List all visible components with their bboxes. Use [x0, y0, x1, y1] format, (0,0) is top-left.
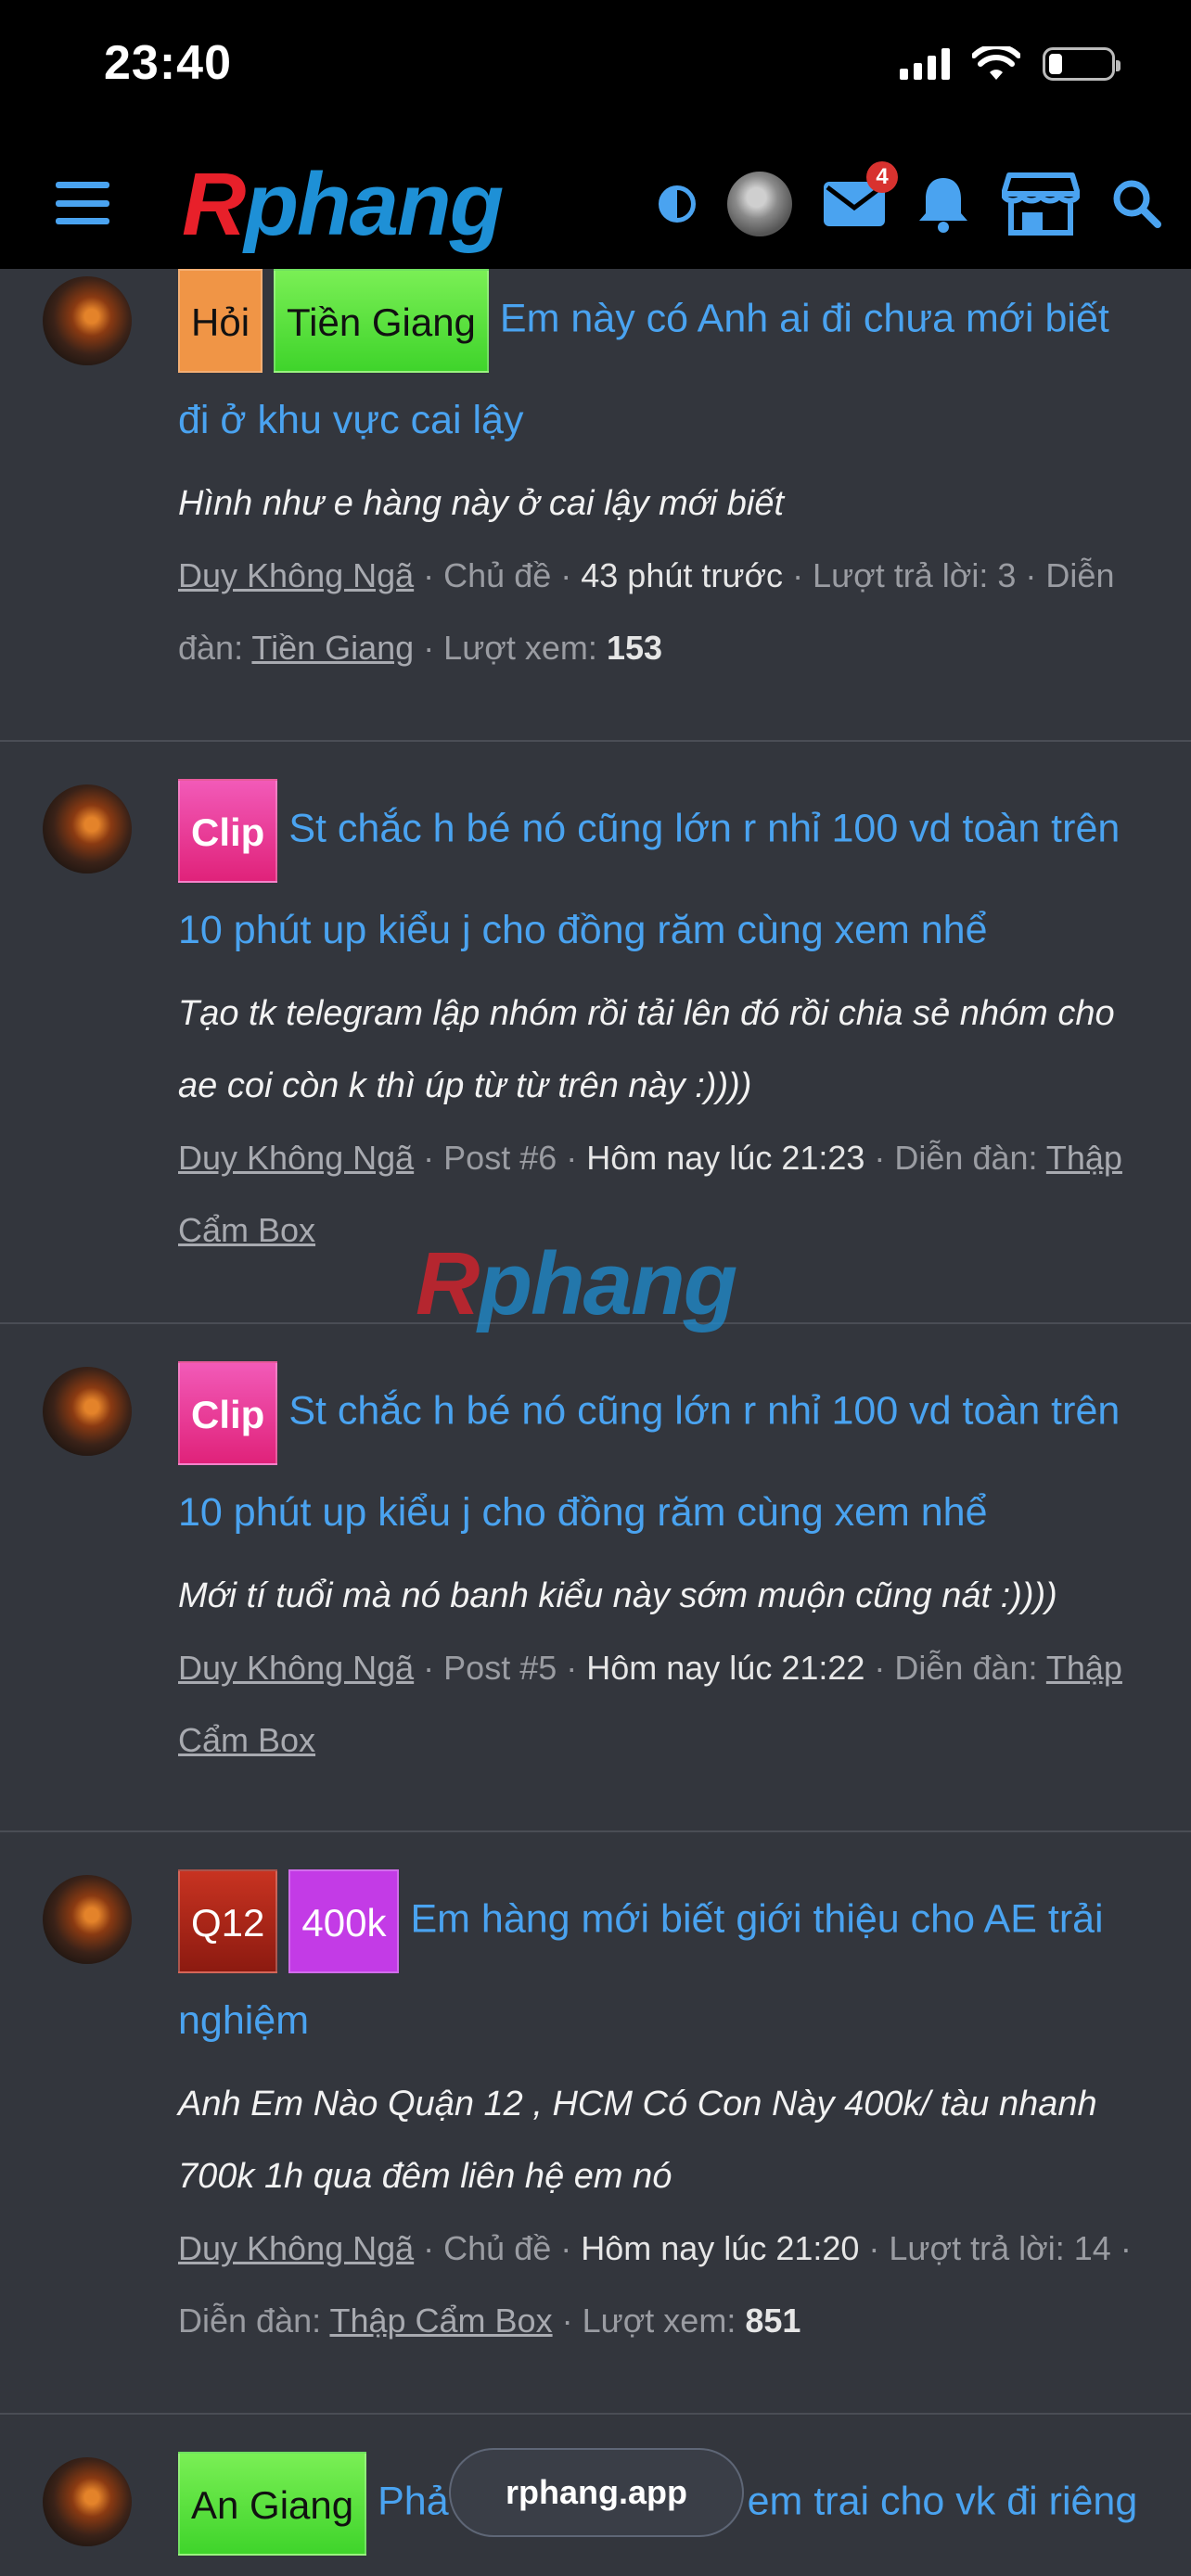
thread-title-link[interactable]: St chắc h bé nó cũng lớn r nhỉ 100 vd to… — [178, 1388, 1120, 1535]
thread-title-link-end[interactable]: em trai cho vk đi riêng — [748, 2479, 1138, 2523]
mail-icon[interactable]: 4 — [824, 161, 898, 226]
post-meta: Duy Không Ngã · Post #6 · Hôm nay lúc 21… — [178, 1122, 1145, 1267]
meta-text: · Diễn đàn: — [864, 1649, 1046, 1687]
thread-title[interactable]: Hỏi Tiền Giang Em này có Anh ai đi chưa mớ… — [178, 269, 1145, 467]
post-time: Hôm nay lúc 21:20 — [581, 2229, 860, 2267]
logo-text: phang — [244, 155, 504, 254]
prefix-tag[interactable]: Hỏi — [178, 269, 263, 373]
post-time: 43 phút trước — [581, 556, 784, 594]
post-meta: Duy Không Ngã · Chủ đề · 43 phút trước ·… — [178, 540, 1145, 684]
prefix-tag[interactable]: Tiền Giang — [274, 269, 489, 373]
contrast-toggle-icon[interactable] — [659, 185, 696, 223]
thread-title[interactable]: Q12 400k Em hàng mới biết giới thiệu cho A… — [178, 1869, 1145, 2068]
status-time: 23:40 — [104, 36, 232, 90]
meta-text: · Lượt xem: — [414, 629, 607, 667]
list-item: Hỏi Tiền Giang Em này có Anh ai đi chưa mớ… — [0, 269, 1191, 742]
cellular-signal-icon — [900, 48, 950, 80]
thread-title[interactable]: Clip St chắc h bé nó cũng lớn r nhỉ 100 v… — [178, 1361, 1145, 1560]
author-link[interactable]: Duy Không Ngã — [178, 1649, 414, 1687]
author-avatar[interactable] — [43, 784, 132, 874]
author-link[interactable]: Duy Không Ngã — [178, 1139, 414, 1177]
activity-feed: Hỏi Tiền Giang Em này có Anh ai đi chưa mớ… — [0, 269, 1191, 2576]
prefix-tag[interactable]: Q12 — [178, 1869, 278, 1973]
store-icon[interactable] — [1002, 172, 1080, 236]
list-item: Clip St chắc h bé nó cũng lớn r nhỉ 100 v… — [0, 1324, 1191, 1832]
view-count: 153 — [606, 629, 663, 667]
battery-level — [1049, 54, 1063, 74]
thread-title-link[interactable]: Phả — [378, 2479, 449, 2523]
wifi-icon — [972, 46, 1020, 80]
view-count: 851 — [745, 2302, 801, 2340]
author-avatar[interactable] — [43, 2457, 132, 2546]
battery-icon — [1043, 47, 1121, 81]
site-url-pill[interactable]: rphang.app — [449, 2448, 744, 2537]
prefix-tag[interactable]: An Giang — [178, 2452, 367, 2556]
thread-title-link[interactable]: St chắc h bé nó cũng lớn r nhỉ 100 vd to… — [178, 806, 1120, 952]
meta-text: · Chủ đề · — [414, 556, 582, 594]
list-item: Clip St chắc h bé nó cũng lớn r nhỉ 100 v… — [0, 742, 1191, 1324]
mail-badge: 4 — [866, 161, 898, 193]
user-avatar[interactable] — [727, 172, 792, 236]
author-link[interactable]: Duy Không Ngã — [178, 2229, 414, 2267]
author-avatar[interactable] — [43, 1875, 132, 1964]
author-avatar[interactable] — [43, 1367, 132, 1456]
menu-icon[interactable] — [56, 182, 109, 224]
prefix-tag[interactable]: Clip — [178, 1361, 278, 1465]
site-header: Rphang 4 — [0, 139, 1191, 269]
bell-icon[interactable] — [916, 174, 970, 234]
prefix-tag[interactable]: Clip — [178, 779, 278, 883]
list-item: Q12 400k Em hàng mới biết giới thiệu cho A… — [0, 1832, 1191, 2415]
post-snippet: Hình như e hàng này ở cai lậy mới biết — [178, 484, 785, 523]
post-meta: Duy Không Ngã · Chủ đề · Hôm nay lúc 21:… — [178, 2213, 1145, 2357]
post-snippet: Tạo tk telegram lập nhóm rồi tải lên đó … — [178, 994, 1115, 1105]
post-snippet: Anh Em Nào Quận 12 , HCM Có Con Này 400k… — [178, 2085, 1097, 2196]
meta-text: · Diễn đàn: — [864, 1139, 1046, 1177]
forum-link[interactable]: Thập Cẩm Box — [329, 2302, 552, 2340]
meta-text: · Post #6 · — [414, 1139, 587, 1177]
post-time: Hôm nay lúc 21:22 — [586, 1649, 865, 1687]
app-screen: 23:40 Rphang 4 Hỏi Tiền Giang Em này có … — [0, 0, 1191, 2576]
status-bar: 23:40 — [0, 0, 1191, 139]
meta-text: · Lượt xem: — [552, 2302, 746, 2340]
thread-title[interactable]: Clip St chắc h bé nó cũng lớn r nhỉ 100 v… — [178, 779, 1145, 977]
post-time: Hôm nay lúc 21:23 — [586, 1139, 865, 1177]
post-snippet: Mới tí tuổi mà nó banh kiểu này sớm muộn… — [178, 1576, 1057, 1615]
author-link[interactable]: Duy Không Ngã — [178, 556, 414, 594]
meta-text: · Chủ đề · — [414, 2229, 582, 2267]
meta-text: · Post #5 · — [414, 1649, 587, 1687]
author-avatar[interactable] — [43, 276, 132, 365]
status-icons — [900, 46, 1121, 82]
search-icon[interactable] — [1111, 178, 1163, 230]
prefix-tag[interactable]: 400k — [288, 1869, 400, 1973]
post-meta: Duy Không Ngã · Post #5 · Hôm nay lúc 21… — [178, 1632, 1145, 1777]
site-logo[interactable]: Rphang — [182, 154, 504, 256]
forum-link[interactable]: Tiền Giang — [251, 629, 414, 667]
logo-r: R — [182, 155, 246, 254]
header-icons: 4 — [659, 161, 1163, 243]
